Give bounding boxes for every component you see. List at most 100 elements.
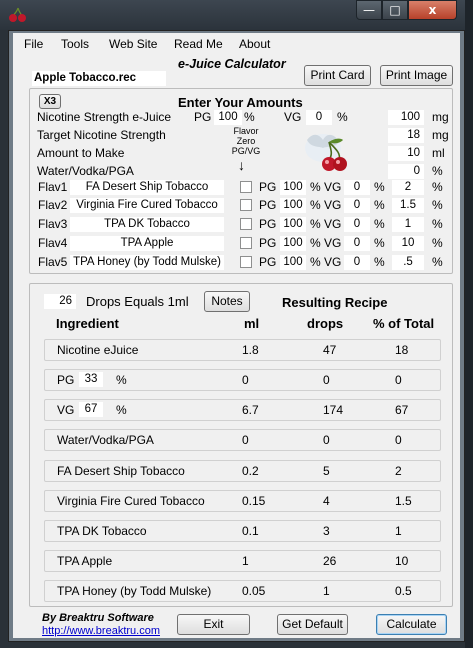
nic-pg-input[interactable]: 100 (214, 110, 242, 125)
recipe-drops: 5 (323, 464, 330, 478)
menu-about[interactable]: About (239, 37, 270, 51)
flavor-vg-pct: % (374, 180, 385, 194)
flavor-pg-label: PG (259, 236, 277, 250)
recipe-ml: 0.15 (242, 494, 266, 508)
recipe-ml: 0.2 (242, 464, 259, 478)
amount-to-make-input[interactable]: 10 (388, 146, 424, 161)
menu-web-site[interactable]: Web Site (109, 37, 157, 51)
recipe-ml: 1.8 (242, 343, 259, 357)
flavor-zero-checkbox[interactable] (240, 218, 252, 230)
maximize-button[interactable]: □ (382, 0, 408, 20)
recipe-percent: 18 (395, 343, 409, 357)
recipe-ml: 0 (242, 433, 249, 447)
flavor-zero-checkbox[interactable] (240, 199, 252, 211)
flavor-pg-input[interactable]: 100 (280, 180, 306, 195)
nic-vg-input[interactable]: 0 (306, 110, 332, 125)
flavor-vg-label: VG (324, 198, 342, 212)
flavor-pg-input[interactable]: 100 (280, 236, 306, 251)
flavor-name-input[interactable]: TPA Apple (70, 236, 224, 251)
calculate-button[interactable]: Calculate (376, 614, 447, 635)
flavor-pg-input[interactable]: 100 (280, 255, 306, 270)
vg-ratio-input[interactable]: 67 (79, 402, 103, 417)
recipe-ingredient: Virginia Fire Cured Tobacco (57, 494, 205, 508)
flavor-name-input[interactable]: Virginia Fire Cured Tobacco (70, 198, 224, 213)
flavor-name-input[interactable]: TPA Honey (by Todd Mulske) (70, 255, 224, 270)
flavor-vg-pct: % (374, 198, 385, 212)
x3-button[interactable]: X3 (39, 94, 61, 109)
pg-ratio-pct: % (116, 373, 127, 387)
recipe-drops: 47 (323, 343, 337, 357)
recipe-percent: 2 (395, 464, 402, 478)
notes-button[interactable]: Notes (204, 291, 250, 312)
flavor-percent-sign: % (432, 217, 443, 231)
recipe-percent: 1.5 (395, 494, 412, 508)
flavor-name-input[interactable]: TPA DK Tobacco (70, 217, 224, 232)
get-default-button[interactable]: Get Default (277, 614, 348, 635)
menu-tools[interactable]: Tools (61, 37, 89, 51)
flavor-percent-input[interactable]: .5 (392, 255, 424, 270)
flavor-percent-sign: % (432, 198, 443, 212)
recipe-ingredient: TPA Apple (57, 554, 113, 568)
vg-ratio-pct: % (116, 403, 127, 417)
recipe-filename-field[interactable]: Apple Tobacco.rec (32, 71, 166, 86)
flavor-vg-input[interactable]: 0 (344, 255, 370, 270)
print-card-button[interactable]: Print Card (304, 65, 371, 86)
recipe-ml: 0.05 (242, 584, 266, 598)
menu-file[interactable]: File (24, 37, 43, 51)
flavor-vg-input[interactable]: 0 (344, 198, 370, 213)
recipe-ml: 1 (242, 554, 249, 568)
flavor-vg-label: VG (324, 217, 342, 231)
flavor-percent-input[interactable]: 10 (392, 236, 424, 251)
col-ml: ml (244, 316, 260, 331)
drops-label: Drops Equals 1ml (86, 294, 189, 309)
flavor-vg-pct: % (374, 236, 385, 250)
flavor-zero-label: Flavor Zero PG/VG (231, 126, 261, 156)
recipe-drops: 0 (323, 433, 330, 447)
flavor-vg-input[interactable]: 0 (344, 217, 370, 232)
recipe-ingredient: TPA Honey (by Todd Mulske) (57, 584, 212, 598)
flavor-percent-input[interactable]: 1.5 (392, 198, 424, 213)
close-window-button[interactable]: x (408, 0, 457, 20)
nic-strength-input[interactable]: 100 (388, 110, 424, 125)
flavor-pg-input[interactable]: 100 (280, 217, 306, 232)
exit-button[interactable]: Exit (177, 614, 250, 635)
flavor-pg-label: PG (259, 255, 277, 269)
resulting-recipe-heading: Resulting Recipe (282, 295, 388, 310)
flavor-zero-checkbox[interactable] (240, 237, 252, 249)
breaktru-link[interactable]: http://www.breaktru.com (42, 625, 160, 637)
recipe-ingredient: Water/Vodka/PGA (57, 433, 154, 447)
menu-read-me[interactable]: Read Me (174, 37, 223, 51)
cherry-logo (299, 126, 351, 174)
recipe-drops: 26 (323, 554, 337, 568)
flavor-vg-input[interactable]: 0 (344, 236, 370, 251)
flavor-percent-input[interactable]: 1 (392, 217, 424, 232)
flavor-zero-checkbox[interactable] (240, 256, 252, 268)
minimize-button[interactable]: — (356, 0, 382, 20)
recipe-ingredient: VG (57, 403, 75, 417)
flavor-zero-checkbox[interactable] (240, 181, 252, 193)
target-nicotine-unit: mg (432, 128, 449, 142)
flavor-label: Flav5 (38, 255, 68, 269)
flavor-pg-input[interactable]: 100 (280, 198, 306, 213)
recipe-drops: 174 (323, 403, 344, 417)
target-nicotine-label: Target Nicotine Strength (37, 128, 166, 142)
flavor-name-input[interactable]: FA Desert Ship Tobacco (70, 180, 224, 195)
flavor-pg-pct: % (310, 236, 321, 250)
flavor-vg-label: VG (324, 236, 342, 250)
flavor-label: Flav4 (38, 236, 68, 250)
water-vodka-input[interactable]: 0 (388, 164, 424, 179)
flavor-vg-label: VG (324, 255, 342, 269)
flavor-label: Flav2 (38, 198, 68, 212)
flavor-percent-sign: % (432, 236, 443, 250)
pg-ratio-input[interactable]: 33 (79, 372, 103, 387)
recipe-drops: 0 (323, 373, 330, 387)
water-vodka-unit: % (432, 164, 443, 178)
flavor-vg-input[interactable]: 0 (344, 180, 370, 195)
flavor-pg-label: PG (259, 180, 277, 194)
print-image-button[interactable]: Print Image (380, 65, 453, 86)
recipe-ml: 0.1 (242, 524, 259, 538)
drops-per-ml-input[interactable]: 26 (44, 294, 76, 309)
flavor-percent-sign: % (432, 255, 443, 269)
flavor-percent-input[interactable]: 2 (392, 180, 424, 195)
target-nicotine-input[interactable]: 18 (388, 128, 424, 143)
